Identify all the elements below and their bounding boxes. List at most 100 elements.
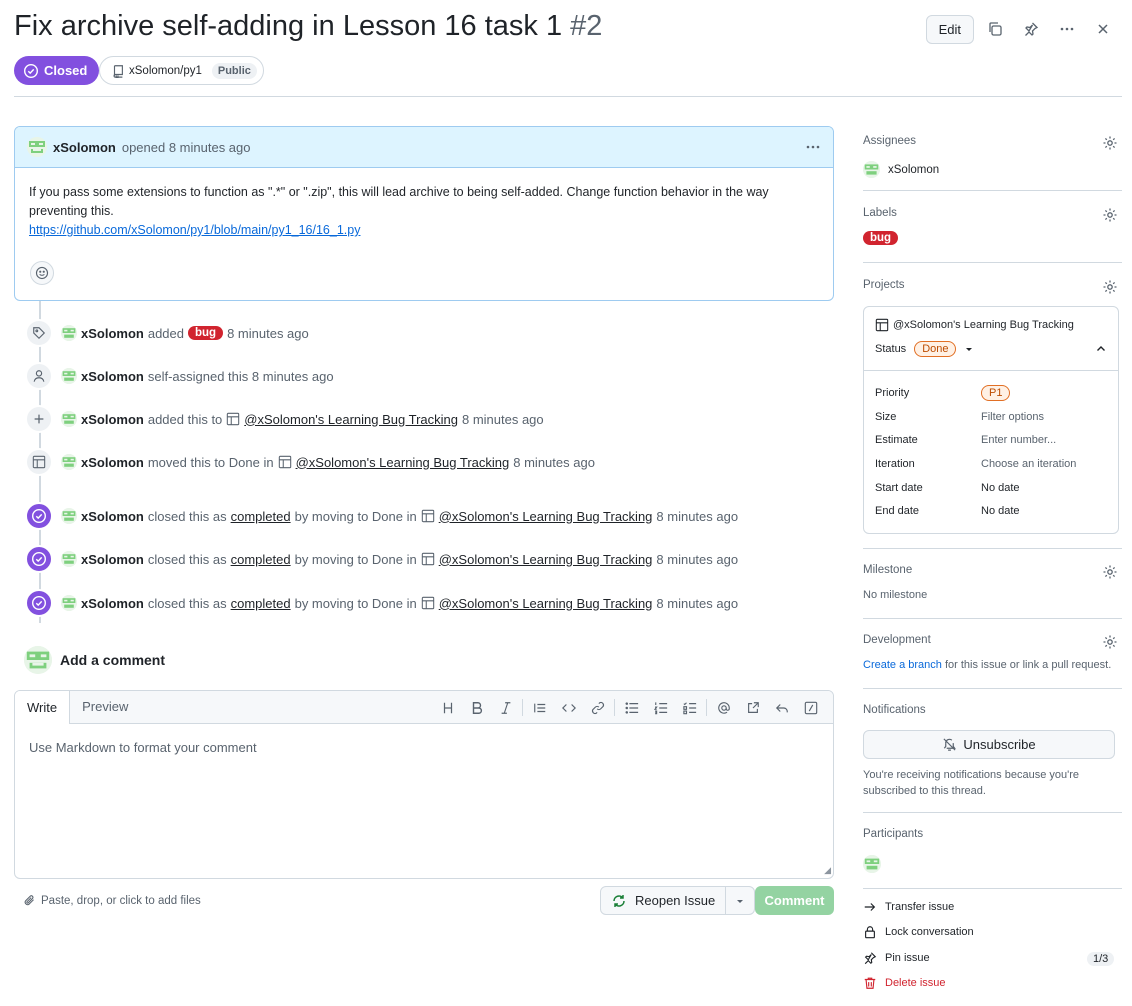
comment-textarea[interactable]: Use Markdown to format your comment <box>15 724 833 771</box>
avatar[interactable] <box>61 368 77 384</box>
pin-issue-action[interactable]: Pin issue <box>863 951 930 965</box>
table-icon <box>278 455 291 469</box>
project-link[interactable]: @xSolomon's Learning Bug Tracking <box>244 412 458 427</box>
project-link[interactable]: @xSolomon's Learning Bug Tracking <box>439 596 653 611</box>
tab-write[interactable]: Write <box>15 691 71 724</box>
italic-icon[interactable] <box>491 696 520 719</box>
project-field-estimate[interactable]: Estimate Enter number... <box>875 428 1107 452</box>
project-link[interactable]: @xSolomon's Learning Bug Tracking <box>439 509 653 524</box>
sidebar-assignees-title[interactable]: Assignees <box>863 135 1122 147</box>
avatar[interactable] <box>61 508 77 524</box>
event-author[interactable]: xSolomon <box>81 412 144 427</box>
event-author[interactable]: xSolomon <box>81 455 144 470</box>
project-status-value[interactable]: Done <box>914 341 957 357</box>
add-reaction-button[interactable] <box>30 261 54 285</box>
edit-button[interactable]: Edit <box>925 14 974 44</box>
event-text: self-assigned this 8 minutes ago <box>147 368 334 384</box>
unsubscribe-button[interactable]: Unsubscribe <box>863 730 1115 759</box>
avatar[interactable] <box>863 855 881 873</box>
project-name-row[interactable]: @xSolomon's Learning Bug Tracking <box>875 318 1107 332</box>
code-icon[interactable] <box>554 696 583 719</box>
gear-icon[interactable] <box>1102 279 1118 295</box>
comment-author[interactable]: xSolomon <box>53 140 116 155</box>
event-time[interactable]: 8 minutes ago <box>656 596 738 611</box>
project-field-priority[interactable]: Priority P1 <box>875 381 1107 405</box>
heading-icon[interactable] <box>433 696 462 719</box>
comment-editor: Write Preview Use Markdown to format you… <box>14 690 834 879</box>
close-icon[interactable] <box>1088 14 1118 44</box>
avatar[interactable] <box>61 595 77 611</box>
event-time[interactable]: 8 minutes ago <box>656 509 738 524</box>
sidebar-milestone-title[interactable]: Milestone <box>863 564 1122 576</box>
event-time[interactable]: 8 minutes ago <box>513 455 595 470</box>
link-icon[interactable] <box>583 696 612 719</box>
avatar[interactable] <box>61 325 77 341</box>
event-time[interactable]: 8 minutes ago <box>656 552 738 567</box>
transfer-issue-action[interactable]: Transfer issue <box>863 900 954 914</box>
completed-link[interactable]: completed <box>231 552 291 567</box>
quote-icon[interactable] <box>525 696 554 719</box>
resize-handle-icon[interactable]: ◢ <box>824 865 831 876</box>
copy-icon[interactable] <box>980 14 1010 44</box>
tab-preview[interactable]: Preview <box>70 691 140 723</box>
bold-icon[interactable] <box>462 696 491 719</box>
gear-icon[interactable] <box>1102 564 1118 580</box>
project-field-start-date[interactable]: Start date No date <box>875 476 1107 500</box>
ordered-list-icon[interactable] <box>646 696 675 719</box>
event-time[interactable]: 8 minutes ago <box>227 326 309 341</box>
sidebar-projects-title[interactable]: Projects <box>863 279 1122 291</box>
event-author[interactable]: xSolomon <box>81 552 144 567</box>
comment-submit-button[interactable]: Comment <box>755 886 834 915</box>
event-author[interactable]: xSolomon <box>81 369 144 384</box>
project-field-end-date[interactable]: End date No date <box>875 499 1107 523</box>
repo-pill[interactable]: xSolomon/py1 Public <box>99 56 264 85</box>
sidebar-labels-title[interactable]: Labels <box>863 207 1122 219</box>
kebab-icon[interactable] <box>1052 14 1082 44</box>
project-card: @xSolomon's Learning Bug Tracking Status… <box>863 306 1119 534</box>
label-badge[interactable]: bug <box>188 326 224 340</box>
delete-issue-action[interactable]: Delete issue <box>863 976 946 990</box>
reopen-issue-button[interactable]: Reopen Issue <box>601 887 727 914</box>
sidebar-development-title[interactable]: Development <box>863 634 1122 646</box>
sidebar-labels: Labels bug <box>863 207 1122 252</box>
assignee-row[interactable]: xSolomon <box>863 161 939 178</box>
chevron-down-icon[interactable] <box>964 344 974 354</box>
unordered-list-icon[interactable] <box>617 696 646 719</box>
sidebar-divider <box>863 888 1122 889</box>
slash-command-icon[interactable] <box>796 696 825 719</box>
project-link[interactable]: @xSolomon's Learning Bug Tracking <box>439 552 653 567</box>
gear-icon[interactable] <box>1102 207 1118 223</box>
gear-icon[interactable] <box>1102 135 1118 151</box>
comment-link[interactable]: https://github.com/xSolomon/py1/blob/mai… <box>29 223 360 237</box>
create-branch-link[interactable]: Create a branch <box>863 659 942 671</box>
reply-icon[interactable] <box>767 696 796 719</box>
event-author[interactable]: xSolomon <box>81 596 144 611</box>
avatar[interactable] <box>61 411 77 427</box>
project-field-size[interactable]: Size Filter options <box>875 405 1107 429</box>
event-time[interactable]: 8 minutes ago <box>462 412 544 427</box>
lock-conversation-action[interactable]: Lock conversation <box>863 925 974 939</box>
avatar[interactable] <box>27 137 47 157</box>
table-icon <box>421 596 434 610</box>
task-list-icon[interactable] <box>675 696 704 719</box>
comment-meta[interactable]: opened 8 minutes ago <box>122 140 251 155</box>
completed-link[interactable]: completed <box>231 596 291 611</box>
chevron-up-icon[interactable] <box>1095 343 1107 355</box>
gear-icon[interactable] <box>1102 634 1118 650</box>
reference-icon[interactable] <box>738 696 767 719</box>
label-badge[interactable]: bug <box>863 231 899 245</box>
project-link[interactable]: @xSolomon's Learning Bug Tracking <box>296 455 510 470</box>
mention-icon[interactable] <box>709 696 738 719</box>
attach-files[interactable]: Paste, drop, or click to add files <box>23 894 201 907</box>
completed-link[interactable]: completed <box>231 509 291 524</box>
avatar <box>24 646 52 674</box>
event-author[interactable]: xSolomon <box>81 509 144 524</box>
issue-number: #2 <box>570 10 603 42</box>
event-author[interactable]: xSolomon <box>81 326 144 341</box>
project-field-iteration[interactable]: Iteration Choose an iteration <box>875 452 1107 476</box>
pin-icon[interactable] <box>1016 14 1046 44</box>
avatar[interactable] <box>61 551 77 567</box>
avatar[interactable] <box>61 454 77 470</box>
chevron-down-icon[interactable] <box>726 896 754 906</box>
comment-menu-icon[interactable] <box>805 139 821 155</box>
